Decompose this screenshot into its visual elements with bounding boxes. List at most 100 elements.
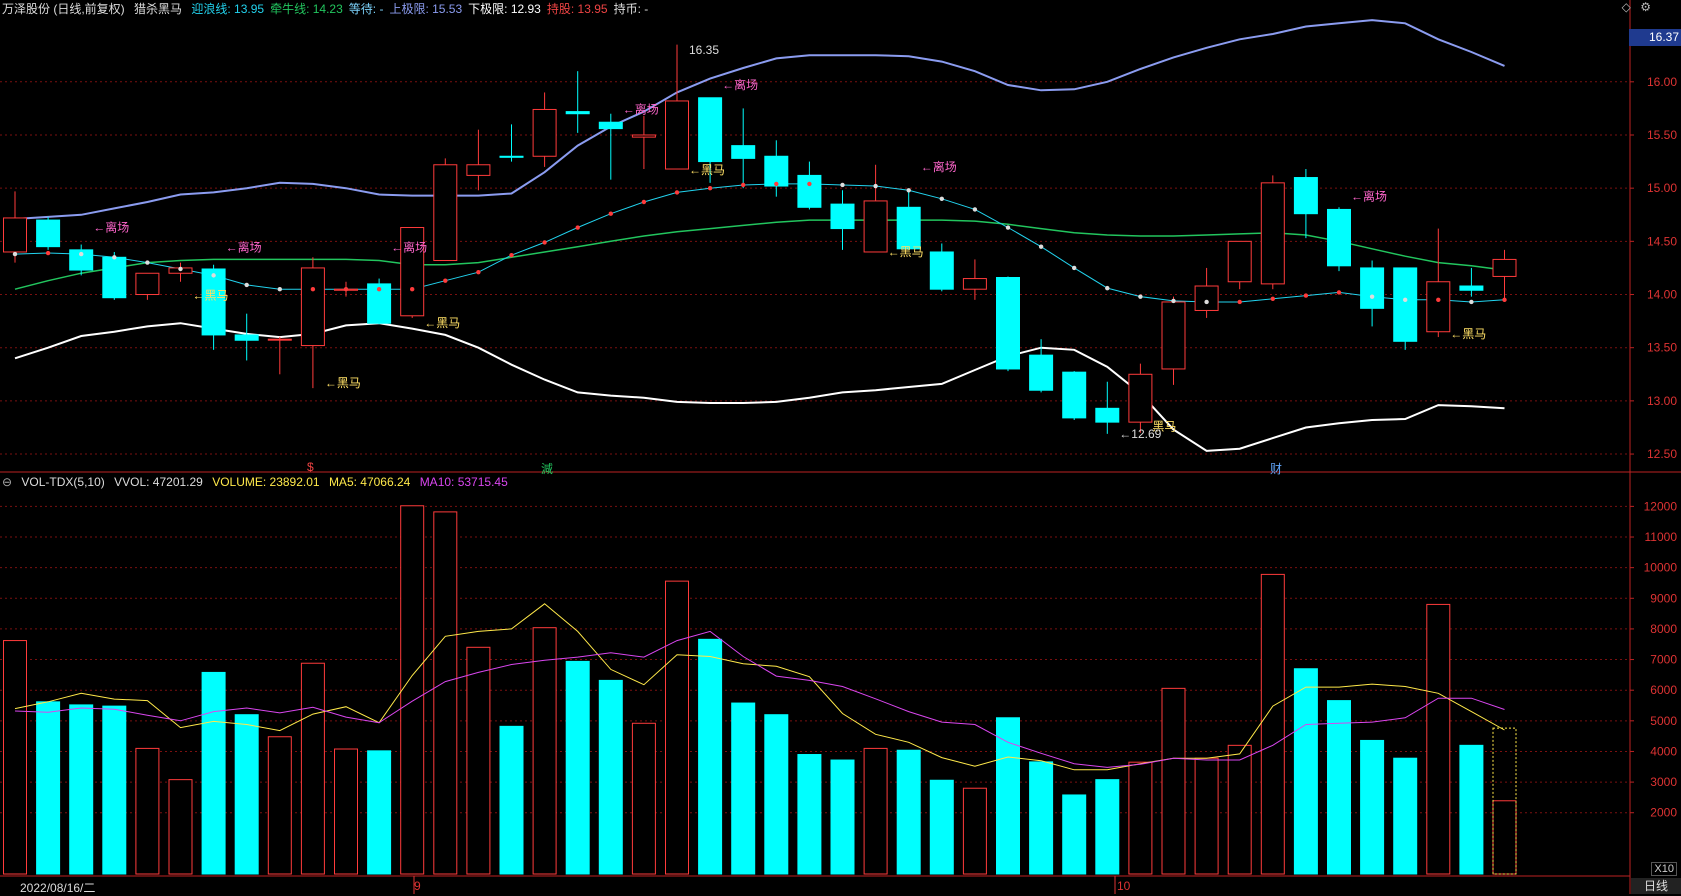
candle-up <box>300 267 325 347</box>
wave-dot <box>178 266 183 272</box>
volume-bar-up <box>135 747 160 875</box>
candle-down <box>698 97 723 163</box>
volume-bar-down <box>102 705 127 875</box>
wave-dot <box>45 250 51 256</box>
volume-tick-label: 2000 <box>1650 806 1677 820</box>
volume-tick-label: 10000 <box>1644 561 1678 575</box>
volume-bar-up <box>665 580 689 875</box>
signal-label: ←离场 <box>1351 189 1387 204</box>
candle-down <box>1360 267 1385 309</box>
candle-up <box>962 278 987 290</box>
event-marker-dividend[interactable]: $ <box>307 460 314 474</box>
settings-icon[interactable]: ⚙ <box>1640 0 1651 14</box>
volume-bar-up <box>1492 800 1517 875</box>
wave-dot <box>1072 265 1077 271</box>
candle-up <box>863 200 888 253</box>
header-field-5: 持股: 13.95 <box>546 2 608 16</box>
wave-dot <box>1237 299 1242 305</box>
event-marker-reduce[interactable]: 減 <box>541 460 553 477</box>
header-field-4: 下极限: 12.93 <box>468 2 541 16</box>
candle-down <box>1393 267 1418 342</box>
wave-dot <box>1171 298 1176 304</box>
event-marker-finance[interactable]: 财 <box>1270 460 1282 477</box>
diamond-icon[interactable]: ◇ <box>1622 0 1631 14</box>
signal-label: ←黑马 <box>888 245 924 259</box>
price-tick-label: 12.50 <box>1647 447 1677 461</box>
candle-down <box>929 251 954 290</box>
vvol-value: VVOL: 47201.29 <box>114 475 203 489</box>
candle-down <box>896 206 921 250</box>
signal-label: ←离场 <box>93 220 129 235</box>
candle-down <box>731 145 756 159</box>
volume-bar-up <box>1260 573 1285 875</box>
volume-bar-down <box>36 701 61 875</box>
period-tab[interactable]: 日线 <box>1631 878 1681 894</box>
wave-dot <box>443 278 448 283</box>
signal-label: ←黑马 <box>193 289 229 303</box>
collapse-icon[interactable]: ⊖ <box>2 475 12 489</box>
wave-dot <box>1105 285 1110 291</box>
current-price-badge: 16.37 <box>1629 29 1681 46</box>
wave-dot <box>509 252 514 258</box>
volume-bar-down <box>1393 757 1418 875</box>
wave-dot <box>807 181 812 187</box>
volume-bar-up <box>3 640 27 875</box>
signal-label: ←黑马 <box>1450 327 1486 341</box>
volume-bar-up <box>267 736 292 875</box>
volume-bar-down <box>929 779 954 875</box>
wave-dot <box>1403 297 1408 303</box>
wave-dot <box>12 251 18 257</box>
volume-bar-down <box>234 714 259 875</box>
volume-bar-down <box>797 754 822 875</box>
wave-dot <box>410 287 415 292</box>
volume-bar-down <box>1293 668 1318 875</box>
month-mark-10: 10 <box>1117 879 1131 893</box>
volume-tick-label: 4000 <box>1650 744 1677 758</box>
wave-dot <box>741 182 746 188</box>
wave-dot <box>873 183 878 189</box>
candle-down <box>234 334 259 341</box>
candle-up <box>135 272 160 296</box>
price-tick-label: 13.00 <box>1647 394 1677 408</box>
lower-limit-line <box>14 322 1505 452</box>
wave-dot <box>112 255 117 260</box>
volume-bar-up <box>962 787 987 875</box>
volume-bar-up <box>631 722 656 875</box>
volume-bar-up <box>1194 757 1219 875</box>
wave-dot <box>1469 299 1474 305</box>
signal-label: ←黑马 <box>689 163 725 177</box>
candle-down <box>1293 177 1318 215</box>
header-field-1: 牵牛线: 14.23 <box>270 2 343 16</box>
candle-up <box>1161 301 1186 370</box>
wave-dot <box>840 182 845 188</box>
wave-dot <box>244 282 249 288</box>
candle-up <box>1227 240 1252 283</box>
candle-up <box>3 217 27 253</box>
candle-up <box>631 134 656 138</box>
wave-dot <box>575 225 580 230</box>
price-tick-label: 15.00 <box>1647 181 1677 195</box>
wave-dot <box>1204 299 1209 305</box>
volume-bar-down <box>996 717 1020 875</box>
signal-label: ←黑马 <box>325 376 361 390</box>
signal-label: ←离场 <box>623 101 659 116</box>
wave-dot <box>608 211 613 216</box>
candle-up <box>1260 182 1285 285</box>
candle-up <box>1194 285 1219 311</box>
volume-bar-down <box>896 749 921 875</box>
wave-dot <box>1038 244 1044 249</box>
candle-up <box>1128 373 1153 423</box>
volume-value: VOLUME: 23892.01 <box>212 475 320 489</box>
candle-up <box>665 100 689 170</box>
volume-bar-up <box>334 748 358 875</box>
wave-dot <box>343 287 349 292</box>
volume-bar-up <box>863 747 888 875</box>
candle-down <box>36 219 61 248</box>
signal-label: ←离场 <box>226 240 262 255</box>
signal-label: ←离场 <box>391 240 427 255</box>
volume-tick-label: 5000 <box>1650 714 1677 728</box>
volume-tick-label: 9000 <box>1650 591 1677 605</box>
header-field-6: 持币: - <box>613 2 649 16</box>
volume-tick-label: 7000 <box>1650 653 1677 667</box>
ma5-value: MA5: 47066.24 <box>328 475 411 489</box>
